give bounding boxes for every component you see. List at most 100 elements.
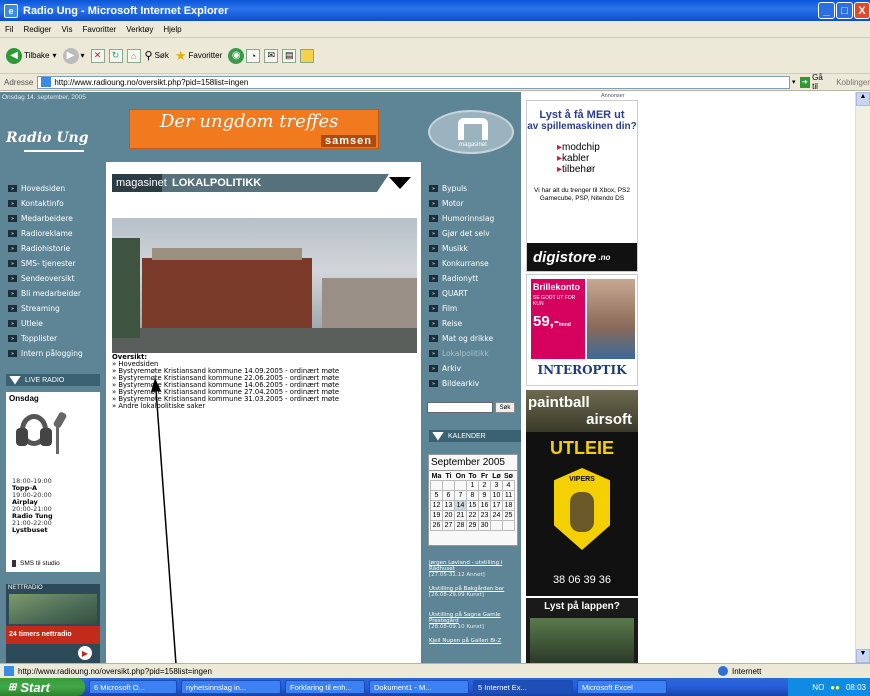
calendar-day[interactable]: 26 (430, 520, 443, 531)
paintball-ad[interactable]: paintball airsoft UTLEIE VIPERS 38 06 39… (526, 390, 638, 596)
calendar-day[interactable]: 18 (502, 500, 515, 511)
calendar-day[interactable]: 3 (490, 480, 503, 491)
nav-intern-palogging[interactable]: » Intern pålogging (8, 349, 83, 358)
task-internet-explorer[interactable]: 5 Internet Ex... (473, 680, 573, 694)
nav-bypuls[interactable]: » Bypuls (429, 184, 467, 193)
nav-gjor-det-selv[interactable]: » Gjør det selv (429, 229, 490, 238)
calendar-day[interactable]: 2 (478, 480, 491, 491)
back-button[interactable]: ◀ Tilbake ▾ (6, 47, 57, 64)
event-item[interactable]: Kjell Nupen på Galleri Bi-Z (429, 638, 519, 644)
media-icon[interactable]: ◉ (228, 47, 245, 64)
refresh-icon[interactable]: ↻ (108, 48, 123, 63)
nav-arkiv[interactable]: » Arkiv (429, 364, 461, 373)
calendar-day[interactable]: 21 (454, 510, 467, 521)
close-button[interactable]: X (854, 2, 870, 19)
go-button[interactable]: Gå til (812, 73, 830, 91)
calendar-day[interactable]: 29 (466, 520, 479, 531)
nav-reise[interactable]: » Reise (429, 319, 462, 328)
task-forklaring[interactable]: Forklaring til enh... (285, 680, 365, 694)
task-microsoft-office[interactable]: 6 Microsoft O... (89, 680, 177, 694)
calendar-day[interactable]: 9 (478, 490, 491, 501)
calendar-day[interactable]: 27 (442, 520, 455, 531)
calendar-day[interactable]: 16 (478, 500, 491, 511)
samsen-banner[interactable]: Der ungdom treffes samsen (129, 109, 379, 149)
nav-utleie[interactable]: » Utleie (8, 319, 43, 328)
task-microsoft-excel[interactable]: Microsoft Excel (577, 680, 667, 694)
search-button[interactable]: ⚲ Søk (145, 49, 169, 62)
event-item[interactable]: Utstilling på Sagna Gamle Prestegård [28.… (429, 612, 519, 630)
site-search-button[interactable]: Søk (495, 402, 515, 413)
menu-tools[interactable]: Verktøy (121, 25, 158, 34)
nav-kontaktinfo[interactable]: » Kontaktinfo (8, 199, 64, 208)
nav-medarbeidere[interactable]: » Medarbeidere (8, 214, 73, 223)
nav-mat-og-drikke[interactable]: » Mat og drikke (429, 334, 493, 343)
menu-help[interactable]: Hjelp (158, 25, 186, 34)
calendar-day[interactable]: 24 (490, 510, 503, 521)
nav-topplister[interactable]: » Topplister (8, 334, 57, 343)
event-item[interactable]: Jørgen Løvland - utstilling i Rådhuset [2… (429, 560, 519, 578)
tray-icons[interactable]: ●● (830, 683, 840, 692)
mail-icon[interactable]: ✉ (264, 48, 279, 63)
calendar-day[interactable]: 22 (466, 510, 479, 521)
nav-quart[interactable]: » QUART (429, 289, 468, 298)
nav-bildearkiv[interactable]: » Bildearkiv (429, 379, 479, 388)
minimize-button[interactable]: _ (818, 2, 835, 19)
play-icon[interactable]: ▶ (78, 646, 92, 660)
calendar-day[interactable]: 10 (490, 490, 503, 501)
links-label[interactable]: Koblinger (836, 78, 870, 87)
folder-icon[interactable] (300, 48, 315, 63)
history-icon[interactable]: ◔ (246, 48, 261, 63)
calendar-day[interactable]: 4 (502, 480, 515, 491)
magasinet-logo[interactable]: magasinet (428, 110, 514, 154)
calendar-day[interactable]: 13 (442, 500, 455, 511)
calendar-day[interactable]: 25 (502, 510, 515, 521)
task-nyhetsinnslag[interactable]: nyhetsinnslag in... (181, 680, 281, 694)
favorites-button[interactable]: ★ Favoritter (175, 48, 222, 64)
nav-radioreklame[interactable]: » Radioreklame (8, 229, 73, 238)
nav-streaming[interactable]: » Streaming (8, 304, 60, 313)
address-dropdown-icon[interactable]: ▾ (792, 78, 796, 86)
stop-icon[interactable]: ✕ (90, 48, 105, 63)
print-icon[interactable]: ▤ (282, 48, 297, 63)
task-dokument1[interactable]: Dokument1 - M... (369, 680, 469, 694)
maximize-button[interactable]: □ (836, 2, 853, 19)
calendar-day[interactable]: 19 (430, 510, 443, 521)
nav-motor[interactable]: » Motor (429, 199, 464, 208)
nav-radionytt[interactable]: » Radionytt (429, 274, 478, 283)
nav-bli-medarbeider[interactable]: » Bli medarbeider (8, 289, 81, 298)
nav-hovedsiden[interactable]: » Hovedsiden (8, 184, 65, 193)
site-search-input[interactable] (427, 402, 493, 413)
start-button[interactable]: ⊞ Start (0, 678, 85, 696)
digistore-ad[interactable]: Lyst å få MER ut av spillemaskinen din? … (526, 100, 638, 272)
address-input[interactable]: http://www.radioung.no/oversikt.php?pid=… (37, 75, 791, 89)
interoptik-ad[interactable]: Brillekonto SE GODT UT FOR KUN 59,-/mnd … (526, 274, 638, 386)
nav-humorinnslag[interactable]: » Humorinnslag (429, 214, 494, 223)
nav-sms[interactable]: » SMS- tjenester (8, 259, 76, 268)
calendar-day[interactable]: 15 (466, 500, 479, 511)
nav-sendeoversikt[interactable]: » Sendeoversikt (8, 274, 75, 283)
menu-file[interactable]: Fil (0, 25, 18, 34)
nav-lokalpolitikk[interactable]: » Lokalpolitikk (429, 349, 489, 358)
nav-radiohistorie[interactable]: » Radiohistorie (8, 244, 70, 253)
scroll-down-icon[interactable]: ▼ (856, 649, 870, 663)
nav-film[interactable]: » Film (429, 304, 457, 313)
calendar-day[interactable]: 8 (466, 490, 479, 501)
calendar-day[interactable]: 6 (442, 490, 455, 501)
nav-konkurranse[interactable]: » Konkurranse (429, 259, 489, 268)
calendar-day[interactable]: 7 (454, 490, 467, 501)
calendar-day[interactable]: 30 (478, 520, 491, 531)
lappen-ad[interactable]: Lyst på lappen? (526, 598, 638, 663)
menu-favorites[interactable]: Favoritter (77, 25, 121, 34)
sms-studio-link[interactable]: SMS til studio (12, 560, 60, 567)
nav-musikk[interactable]: » Musikk (429, 244, 468, 253)
forward-button[interactable]: ▶ ▾ (62, 47, 85, 64)
calendar-day[interactable]: 1 (466, 480, 479, 491)
vertical-scrollbar[interactable]: ▲ ▼ (855, 92, 870, 663)
calendar-day[interactable]: 28 (454, 520, 467, 531)
radio-ung-logo[interactable]: Radio Ung (6, 130, 89, 146)
menu-view[interactable]: Vis (56, 25, 77, 34)
calendar-day[interactable]: 23 (478, 510, 491, 521)
menu-edit[interactable]: Rediger (18, 25, 56, 34)
home-icon[interactable]: ⌂ (126, 48, 141, 63)
calendar-day[interactable]: 17 (490, 500, 503, 511)
